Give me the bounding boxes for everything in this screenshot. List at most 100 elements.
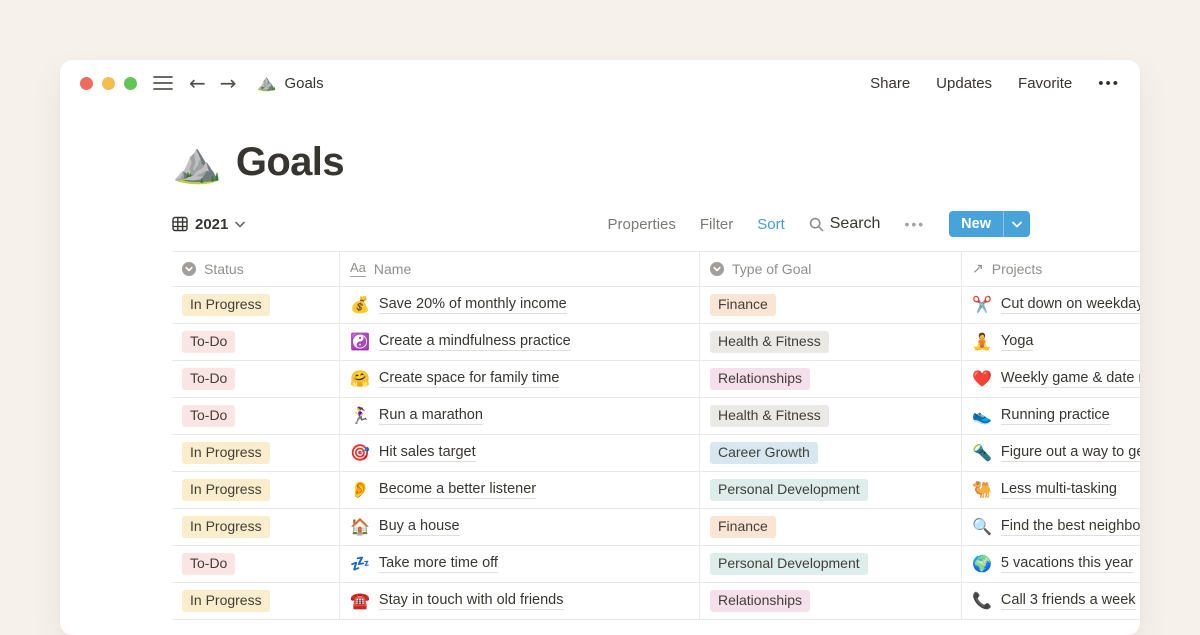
breadcrumb[interactable]: ⛰️ Goals xyxy=(257,73,324,93)
column-header-name[interactable]: Aa Name xyxy=(340,252,700,286)
status-tag: In Progress xyxy=(182,516,270,538)
type-tag: Finance xyxy=(710,294,776,316)
type-tag: Relationships xyxy=(710,590,810,612)
status-cell[interactable]: To-Do xyxy=(172,398,340,434)
goals-table: Status Aa Name Type of Goal ↗ Projects I… xyxy=(172,251,1140,620)
project-name[interactable]: Less multi-tasking xyxy=(1001,481,1117,499)
page-header: ⛰️ Goals xyxy=(172,140,1030,185)
projects-cell[interactable]: 🔦 Figure out a way to get promoted xyxy=(962,435,1140,471)
name-cell[interactable]: ☯️ Create a mindfulness practice xyxy=(340,324,700,360)
project-name[interactable]: Running practice xyxy=(1001,407,1110,425)
project-name[interactable]: 5 vacations this year xyxy=(1001,555,1133,573)
window-topbar: ← → ⛰️ Goals Share Updates Favorite ••• xyxy=(60,60,1140,106)
status-cell[interactable]: To-Do xyxy=(172,361,340,397)
table-row[interactable]: In Progress 💰 Save 20% of monthly income… xyxy=(172,287,1140,324)
projects-cell[interactable]: 📞 Call 3 friends a week xyxy=(962,583,1140,619)
project-name[interactable]: Weekly game & date nights xyxy=(1001,370,1140,388)
new-button[interactable]: New xyxy=(949,211,1030,237)
goal-name[interactable]: Save 20% of monthly income xyxy=(379,296,567,314)
name-cell[interactable]: 🏠 Buy a house xyxy=(340,509,700,545)
view-more-icon[interactable]: ••• xyxy=(904,216,925,232)
name-cell[interactable]: ☎️ Stay in touch with old friends xyxy=(340,583,700,619)
table-row[interactable]: In Progress 🎯 Hit sales target Career Gr… xyxy=(172,435,1140,472)
close-window-button[interactable] xyxy=(80,77,93,90)
status-cell[interactable]: To-Do xyxy=(172,546,340,582)
page-mountain-icon[interactable]: ⛰️ xyxy=(172,143,222,183)
projects-cell[interactable]: ✂️ Cut down on weekday spending xyxy=(962,287,1140,323)
goal-name[interactable]: Create space for family time xyxy=(379,370,560,388)
table-row[interactable]: To-Do 💤 Take more time off Personal Deve… xyxy=(172,546,1140,583)
column-header-status[interactable]: Status xyxy=(172,252,340,286)
name-cell[interactable]: 🏃‍♀️ Run a marathon xyxy=(340,398,700,434)
menu-icon[interactable] xyxy=(153,75,173,91)
status-cell[interactable]: In Progress xyxy=(172,287,340,323)
forward-arrow-icon[interactable]: → xyxy=(220,73,237,93)
table-row[interactable]: In Progress 👂 Become a better listener P… xyxy=(172,472,1140,509)
name-cell[interactable]: 💰 Save 20% of monthly income xyxy=(340,287,700,323)
projects-cell[interactable]: 🧘 Yoga xyxy=(962,324,1140,360)
type-of-goal-cell[interactable]: Relationships xyxy=(700,361,962,397)
table-row[interactable]: In Progress 🏠 Buy a house Finance 🔍 Find… xyxy=(172,509,1140,546)
view-switcher[interactable]: 2021 xyxy=(172,216,245,233)
column-header-type-of-goal[interactable]: Type of Goal xyxy=(700,252,962,286)
share-button[interactable]: Share xyxy=(870,75,910,92)
name-cell[interactable]: 🤗 Create space for family time xyxy=(340,361,700,397)
chevron-down-icon xyxy=(1012,221,1022,228)
name-cell[interactable]: 💤 Take more time off xyxy=(340,546,700,582)
type-of-goal-cell[interactable]: Personal Development xyxy=(700,546,962,582)
column-header-projects[interactable]: ↗ Projects xyxy=(962,252,1140,286)
new-button-chevron[interactable] xyxy=(1004,211,1030,237)
name-cell[interactable]: 👂 Become a better listener xyxy=(340,472,700,508)
type-of-goal-cell[interactable]: Relationships xyxy=(700,583,962,619)
back-arrow-icon[interactable]: ← xyxy=(189,73,206,93)
updates-button[interactable]: Updates xyxy=(936,75,992,92)
projects-cell[interactable]: 👟 Running practice xyxy=(962,398,1140,434)
search-button[interactable]: Search xyxy=(809,215,881,233)
table-row[interactable]: In Progress ☎️ Stay in touch with old fr… xyxy=(172,583,1140,620)
type-of-goal-cell[interactable]: Career Growth xyxy=(700,435,962,471)
project-emoji-icon: 📞 xyxy=(972,591,992,611)
properties-button[interactable]: Properties xyxy=(608,216,676,233)
project-name[interactable]: Figure out a way to get promoted xyxy=(1001,444,1140,462)
status-cell[interactable]: In Progress xyxy=(172,509,340,545)
goal-name[interactable]: Become a better listener xyxy=(379,481,536,499)
status-cell[interactable]: To-Do xyxy=(172,324,340,360)
name-cell[interactable]: 🎯 Hit sales target xyxy=(340,435,700,471)
projects-cell[interactable]: ❤️ Weekly game & date nights xyxy=(962,361,1140,397)
type-of-goal-cell[interactable]: Health & Fitness xyxy=(700,398,962,434)
table-row[interactable]: To-Do 🤗 Create space for family time Rel… xyxy=(172,361,1140,398)
table-view-icon xyxy=(172,216,188,232)
project-emoji-icon: 👟 xyxy=(972,406,992,426)
type-of-goal-cell[interactable]: Finance xyxy=(700,287,962,323)
type-of-goal-cell[interactable]: Health & Fitness xyxy=(700,324,962,360)
goal-name[interactable]: Run a marathon xyxy=(379,407,483,425)
goal-name[interactable]: Hit sales target xyxy=(379,444,476,462)
more-options-icon[interactable]: ••• xyxy=(1098,75,1120,92)
filter-button[interactable]: Filter xyxy=(700,216,733,233)
goal-name[interactable]: Create a mindfulness practice xyxy=(379,333,571,351)
project-name[interactable]: Cut down on weekday spending xyxy=(1001,296,1140,314)
table-row[interactable]: To-Do 🏃‍♀️ Run a marathon Health & Fitne… xyxy=(172,398,1140,435)
table-row[interactable]: To-Do ☯️ Create a mindfulness practice H… xyxy=(172,324,1140,361)
sort-button[interactable]: Sort xyxy=(757,216,785,233)
zoom-window-button[interactable] xyxy=(124,77,137,90)
goal-name[interactable]: Take more time off xyxy=(379,555,498,573)
status-tag: In Progress xyxy=(182,294,270,316)
status-cell[interactable]: In Progress xyxy=(172,583,340,619)
projects-cell[interactable]: 🌍 5 vacations this year xyxy=(962,546,1140,582)
favorite-button[interactable]: Favorite xyxy=(1018,75,1072,92)
status-cell[interactable]: In Progress xyxy=(172,472,340,508)
projects-cell[interactable]: 🔍 Find the best neighborhood xyxy=(962,509,1140,545)
new-button-label: New xyxy=(949,211,1003,237)
projects-cell[interactable]: 🐫 Less multi-tasking xyxy=(962,472,1140,508)
project-name[interactable]: Call 3 friends a week xyxy=(1001,592,1136,610)
status-cell[interactable]: In Progress xyxy=(172,435,340,471)
goal-name[interactable]: Stay in touch with old friends xyxy=(379,592,564,610)
project-name[interactable]: Yoga xyxy=(1001,333,1034,351)
goal-name[interactable]: Buy a house xyxy=(379,518,460,536)
type-of-goal-cell[interactable]: Finance xyxy=(700,509,962,545)
type-of-goal-cell[interactable]: Personal Development xyxy=(700,472,962,508)
minimize-window-button[interactable] xyxy=(102,77,115,90)
page-title[interactable]: Goals xyxy=(236,140,344,185)
project-name[interactable]: Find the best neighborhood xyxy=(1001,518,1140,536)
